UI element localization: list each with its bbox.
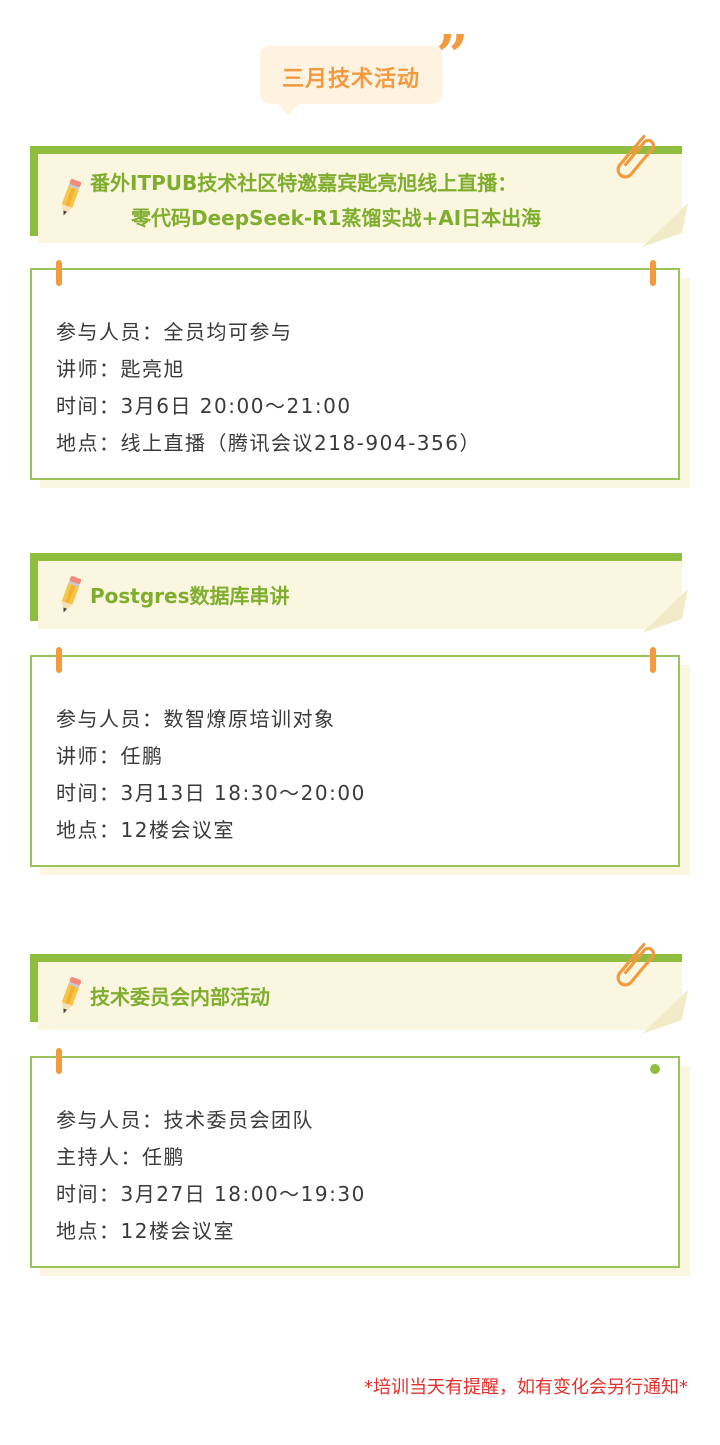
paperclip-icon	[608, 128, 664, 186]
event-3-participants: 参与人员：技术委员会团队	[56, 1108, 314, 1132]
peg-icon	[56, 260, 62, 286]
peg-icon	[56, 1048, 62, 1074]
event-1-time: 时间：3月6日 20:00～21:00	[56, 394, 352, 418]
event-2-card: 参与人员：数智燎原培训对象 讲师：任鹏 时间：3月13日 18:30～20:00…	[30, 647, 680, 867]
footer-note: *培训当天有提醒，如有变化会另行通知*	[364, 1377, 688, 1398]
event-1-speaker: 讲师：匙亮旭	[56, 357, 185, 381]
event-3-card: 参与人员：技术委员会团队 主持人：任鹏 时间：3月27日 18:00～19:30…	[30, 1048, 680, 1268]
event-2-participants: 参与人员：数智燎原培训对象	[56, 707, 336, 731]
event-2-title: Postgres数据库串讲	[90, 584, 290, 608]
peg-icon	[650, 260, 656, 286]
event-1-header: 番外ITPUB技术社区特邀嘉宾匙亮旭线上直播： 零代码DeepSeek-R1蒸馏…	[30, 146, 682, 243]
dot-icon	[650, 1064, 660, 1074]
pencil-icon	[56, 573, 84, 617]
page-title: 三月技术活动	[282, 67, 421, 92]
paperclip-icon	[608, 936, 664, 994]
peg-icon	[56, 647, 62, 673]
page-fold-icon	[642, 990, 688, 1034]
quote-icon: ”	[436, 23, 469, 89]
event-3-title: 技术委员会内部活动	[90, 985, 270, 1009]
event-1-title-line2: 零代码DeepSeek-R1蒸馏实战+AI日本出海	[131, 206, 542, 230]
peg-icon	[650, 647, 656, 673]
event-1-participants: 参与人员：全员均可参与	[56, 320, 293, 344]
event-3-host: 主持人：任鹏	[56, 1145, 185, 1169]
event-1-card: 参与人员：全员均可参与 讲师：匙亮旭 时间：3月6日 20:00～21:00 地…	[30, 260, 680, 480]
event-2-time: 时间：3月13日 18:30～20:00	[56, 781, 366, 805]
pencil-icon	[56, 974, 84, 1018]
event-3-header: 技术委员会内部活动	[30, 954, 682, 1030]
event-1-title-line1: 番外ITPUB技术社区特邀嘉宾匙亮旭线上直播：	[90, 171, 518, 195]
event-2-location: 地点：12楼会议室	[56, 818, 235, 842]
event-2-header: Postgres数据库串讲	[30, 553, 682, 629]
event-2-speaker: 讲师：任鹏	[56, 744, 164, 768]
page-fold-icon	[642, 589, 688, 633]
event-1-location: 地点：线上直播（腾讯会议218-904-356）	[56, 431, 481, 455]
event-3-location: 地点：12楼会议室	[56, 1219, 235, 1243]
page-fold-icon	[642, 203, 688, 247]
pencil-icon	[56, 176, 84, 220]
event-3-time: 时间：3月27日 18:00～19:30	[56, 1182, 366, 1206]
